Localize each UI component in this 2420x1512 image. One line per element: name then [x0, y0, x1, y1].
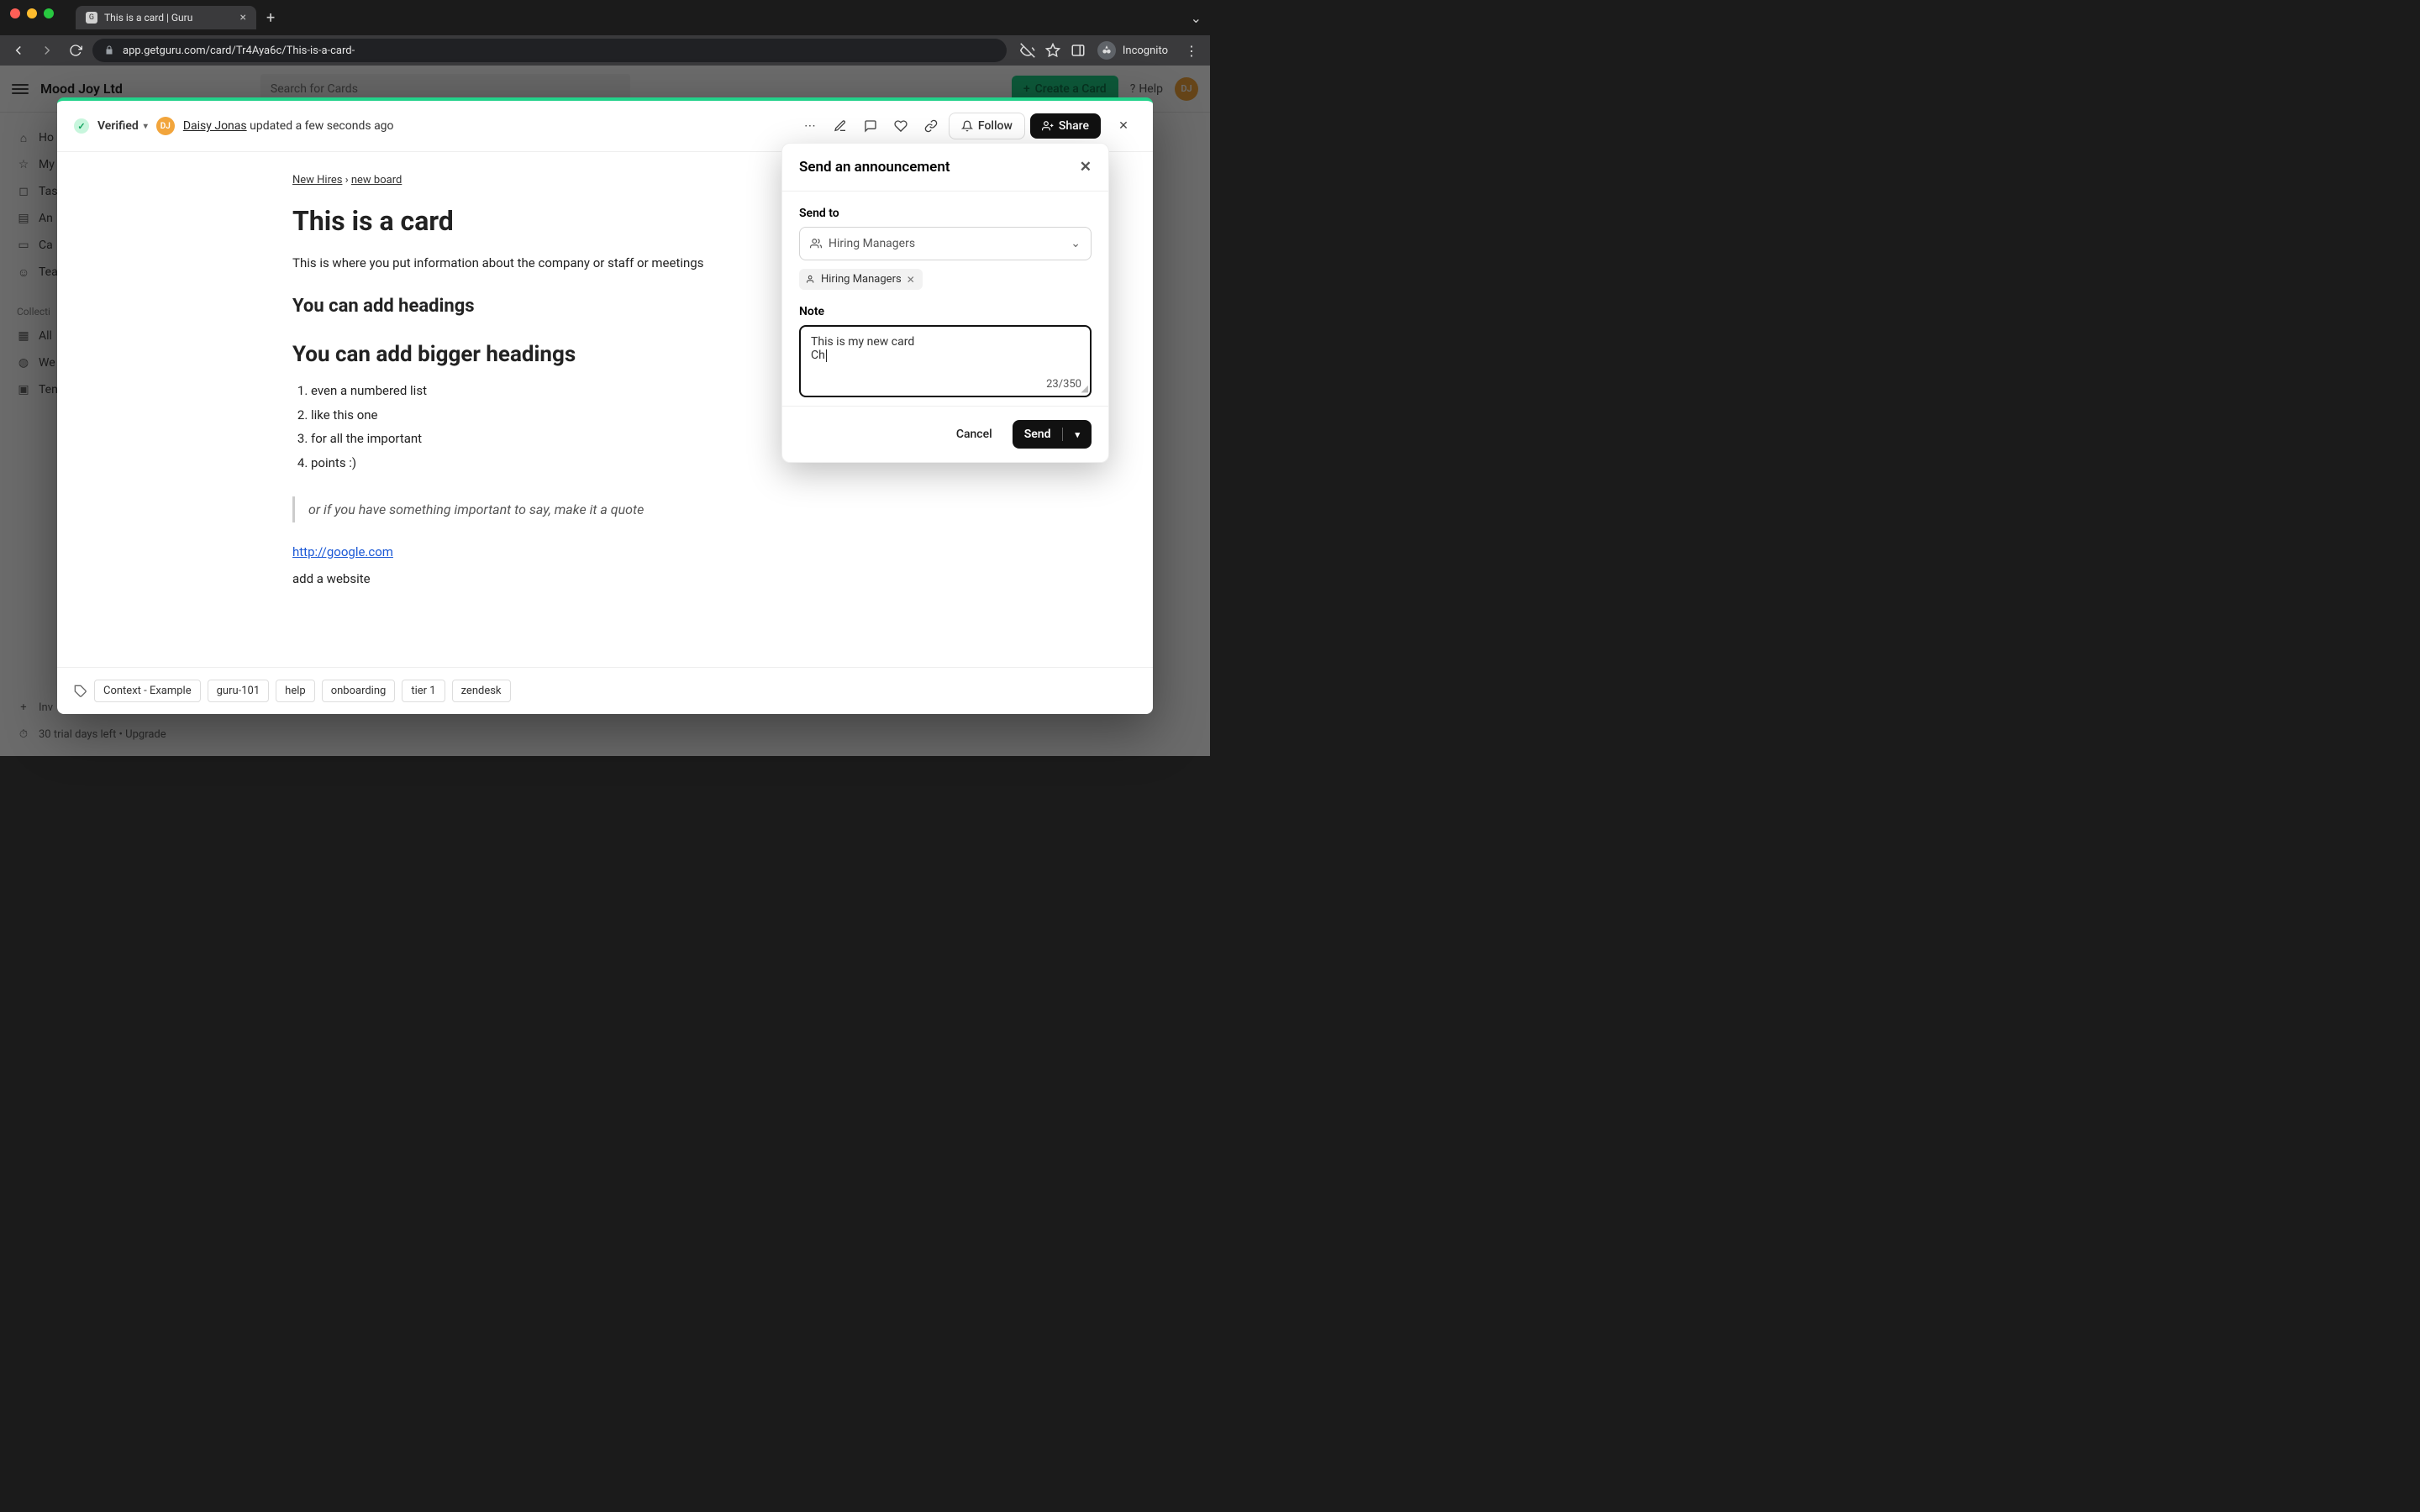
tabs-dropdown-icon[interactable]: ⌄: [1191, 10, 1210, 26]
tab-title: This is a card | Guru: [104, 12, 192, 24]
browser-tab-bar: G This is a card | Guru × + ⌄: [76, 5, 1210, 30]
incognito-icon: [1097, 41, 1116, 60]
author-byline: Daisy Jonas updated a few seconds ago: [183, 119, 394, 133]
character-counter: 23/350: [1046, 378, 1081, 391]
author-name[interactable]: Daisy Jonas: [183, 119, 247, 133]
forward-button[interactable]: [35, 39, 59, 62]
eye-off-icon[interactable]: [1020, 43, 1035, 58]
resize-handle-icon[interactable]: ◢: [1081, 383, 1088, 394]
button-divider-icon: [1062, 428, 1063, 441]
text-cursor-icon: [826, 349, 827, 362]
comment-button[interactable]: [858, 113, 883, 139]
tag-bar: Context - Example guru-101 help onboardi…: [57, 667, 1153, 714]
favorite-button[interactable]: [888, 113, 913, 139]
window-controls: [10, 8, 54, 18]
announcement-popover: Send an announcement ✕ Send to Hiring Ma…: [781, 143, 1109, 463]
recipient-chip-row: Hiring Managers ✕: [799, 269, 1092, 290]
back-button[interactable]: [7, 39, 30, 62]
incognito-label: Incognito: [1123, 45, 1168, 57]
chevron-down-icon: ⌄: [1071, 237, 1081, 250]
send-label: Send: [1024, 428, 1051, 441]
recipient-chip: Hiring Managers ✕: [799, 269, 923, 290]
verified-dropdown[interactable]: Verified: [97, 119, 148, 133]
chip-label: Hiring Managers: [821, 273, 902, 286]
reload-button[interactable]: [64, 39, 87, 62]
share-icon: [1042, 120, 1054, 132]
browser-toolbar: app.getguru.com/card/Tr4Aya6c/This-is-a-…: [0, 35, 1210, 66]
close-card-button[interactable]: ✕: [1111, 113, 1136, 139]
popover-footer: Cancel Send ▾: [782, 406, 1108, 462]
chevron-down-icon[interactable]: ▾: [1075, 429, 1080, 440]
chip-remove-icon[interactable]: ✕: [907, 274, 915, 286]
window-fullscreen-icon[interactable]: [44, 8, 54, 18]
verified-label: Verified: [97, 119, 139, 133]
follow-label: Follow: [978, 119, 1013, 133]
recipient-select[interactable]: Hiring Managers ⌄: [799, 227, 1092, 260]
tag-chip[interactable]: tier 1: [402, 680, 445, 702]
updated-time: updated a few seconds ago: [250, 119, 393, 133]
share-label: Share: [1059, 119, 1089, 133]
tag-chip[interactable]: zendesk: [452, 680, 511, 702]
close-popover-button[interactable]: ✕: [1080, 159, 1092, 176]
incognito-indicator[interactable]: Incognito: [1091, 41, 1175, 60]
follow-button[interactable]: Follow: [949, 113, 1025, 139]
url-text: app.getguru.com/card/Tr4Aya6c/This-is-a-…: [123, 45, 355, 57]
link-caption: add a website: [292, 571, 918, 586]
star-icon[interactable]: [1045, 43, 1060, 58]
more-button[interactable]: ⋯: [797, 113, 823, 139]
new-tab-button[interactable]: +: [266, 9, 275, 27]
browser-menu-button[interactable]: ⋮: [1180, 43, 1203, 59]
lock-icon: [104, 45, 114, 55]
window-minimize-icon[interactable]: [27, 8, 37, 18]
panel-icon[interactable]: [1071, 43, 1086, 58]
note-textarea[interactable]: This is my new card Ch23/350◢: [799, 325, 1092, 397]
cancel-button[interactable]: Cancel: [948, 421, 1001, 448]
addr-right-icons: [1020, 43, 1086, 58]
verified-badge-icon: ✓: [74, 118, 89, 134]
copy-link-button[interactable]: [918, 113, 944, 139]
tag-chip[interactable]: onboarding: [322, 680, 396, 702]
edit-button[interactable]: [828, 113, 853, 139]
tab-close-icon[interactable]: ×: [240, 11, 246, 24]
people-icon: [807, 275, 816, 284]
tag-chip[interactable]: guru-101: [208, 680, 270, 702]
popover-title: Send an announcement: [799, 159, 950, 176]
breadcrumb-parent[interactable]: New Hires: [292, 174, 342, 186]
blockquote: or if you have something important to sa…: [292, 496, 918, 522]
author-avatar[interactable]: DJ: [156, 117, 175, 135]
send-button[interactable]: Send ▾: [1013, 420, 1092, 449]
note-label: Note: [799, 305, 1092, 318]
send-to-label: Send to: [799, 207, 1092, 220]
content-link[interactable]: http://google.com: [292, 544, 393, 559]
bell-icon: [961, 120, 973, 132]
tag-chip[interactable]: Context - Example: [94, 680, 201, 702]
share-button[interactable]: Share: [1030, 113, 1101, 139]
tag-chip[interactable]: help: [276, 680, 315, 702]
people-icon: [810, 238, 822, 249]
tag-icon: [74, 685, 87, 698]
address-bar[interactable]: app.getguru.com/card/Tr4Aya6c/This-is-a-…: [92, 39, 1007, 62]
popover-header: Send an announcement ✕: [782, 144, 1108, 192]
browser-tab[interactable]: G This is a card | Guru ×: [76, 6, 256, 29]
breadcrumb-child[interactable]: new board: [351, 174, 402, 186]
select-value: Hiring Managers: [829, 237, 915, 250]
window-close-icon[interactable]: [10, 8, 20, 18]
tab-favicon-icon: G: [86, 12, 97, 24]
